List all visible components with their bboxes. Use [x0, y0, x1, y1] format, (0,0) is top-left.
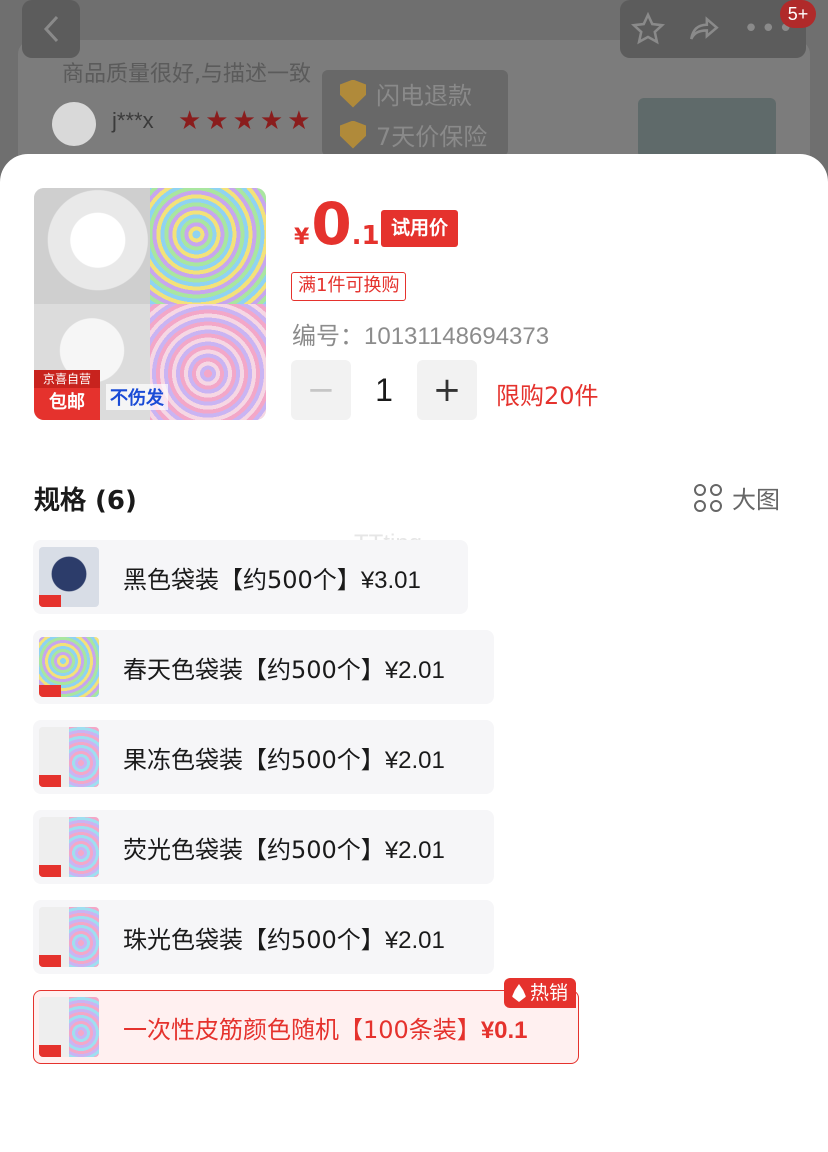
option-thumbnail — [39, 547, 99, 607]
dog-photo — [34, 188, 150, 304]
trial-price-badge: 试用价 — [381, 210, 459, 247]
flame-icon — [512, 984, 526, 1002]
rating-stars: ★★★★★ — [178, 106, 315, 136]
option-label: 一次性皮筋颜色随机【100条装】¥0.1 — [123, 1015, 528, 1044]
spec-option[interactable]: 黑色袋装【约500个】¥3.01 — [33, 540, 468, 614]
guarantee-refund: 闪电退款 — [376, 82, 472, 110]
shield-icon — [340, 120, 366, 149]
share-icon[interactable] — [686, 12, 722, 46]
spec-option-selected[interactable]: 一次性皮筋颜色随机【100条装】¥0.1 — [33, 990, 579, 1064]
elastic-bands-photo — [150, 188, 266, 304]
option-thumbnail — [39, 817, 99, 877]
review-image — [638, 98, 776, 158]
quantity-value[interactable]: 1 — [351, 372, 417, 409]
product-image[interactable]: 不伤发 京喜自营 包邮 — [34, 188, 266, 420]
spec-option[interactable]: 春天色袋装【约500个】¥2.01 — [33, 630, 494, 704]
option-thumbnail — [39, 637, 99, 697]
reviewer-name: j***x — [112, 108, 154, 133]
chevron-left-icon — [43, 15, 59, 43]
image-caption: 不伤发 — [106, 384, 168, 410]
quantity-stepper: − 1 + — [291, 360, 477, 420]
review-text: 商品质量很好,与描述一致 — [62, 62, 311, 87]
message-badge: 5+ — [780, 0, 816, 28]
price: ¥ 0 .1 — [294, 194, 380, 254]
self-operated-label: 京喜自营 — [34, 370, 100, 388]
decrease-button[interactable]: − — [291, 360, 351, 420]
hot-sale-badge: 热销 — [504, 978, 577, 1008]
increase-button[interactable]: + — [417, 360, 477, 420]
price-integer: 0 — [311, 190, 352, 258]
promo-badge: 满1件可换购 — [291, 272, 407, 301]
spec-title: 规格 (6) — [34, 486, 137, 516]
sku-value: 10131148694373 — [364, 323, 550, 350]
sku-label: 编号： — [292, 322, 364, 350]
star-icon[interactable] — [630, 12, 665, 46]
option-thumbnail — [39, 907, 99, 967]
option-thumbnail — [39, 727, 99, 787]
spec-option[interactable]: 荧光色袋装【约500个】¥2.01 — [33, 810, 494, 884]
option-label: 珠光色袋装【约500个】¥2.01 — [123, 925, 445, 954]
guarantee-price: 7天价保险 — [376, 123, 488, 151]
shield-icon — [340, 79, 366, 108]
option-label: 果冻色袋装【约500个】¥2.01 — [123, 745, 445, 774]
spec-option[interactable]: 果冻色袋装【约500个】¥2.01 — [33, 720, 494, 794]
sku-number: 编号：10131148694373 — [292, 316, 549, 351]
option-label: 黑色袋装【约500个】¥3.01 — [123, 565, 421, 594]
back-button[interactable] — [22, 0, 80, 58]
grid-icon — [694, 483, 722, 512]
option-label: 春天色袋装【约500个】¥2.01 — [123, 655, 445, 684]
price-decimal: .1 — [351, 221, 380, 251]
option-thumbnail — [39, 997, 99, 1057]
spec-sheet: 不伤发 京喜自营 包邮 ¥ 0 .1 试用价 满1件可换购 编号：1013114… — [0, 154, 828, 1152]
big-view-button[interactable]: 大图 — [694, 480, 780, 515]
avatar — [52, 102, 96, 146]
hot-sale-label: 热销 — [530, 982, 569, 1004]
big-view-label: 大图 — [732, 486, 780, 514]
spec-option[interactable]: 珠光色袋装【约500个】¥2.01 — [33, 900, 494, 974]
free-shipping-label: 包邮 — [49, 392, 85, 413]
option-label: 荧光色袋装【约500个】¥2.01 — [123, 835, 445, 864]
currency-symbol: ¥ — [294, 225, 310, 250]
top-actions: ••• — [620, 0, 806, 58]
guarantee-overlay: 闪电退款 7天价保险 — [322, 70, 508, 156]
purchase-limit: 限购20件 — [496, 382, 599, 410]
free-shipping-tag: 京喜自营 包邮 — [34, 370, 100, 420]
